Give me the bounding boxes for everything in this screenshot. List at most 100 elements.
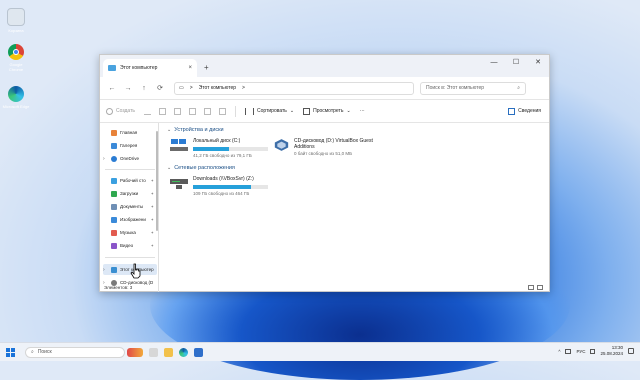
virtualbox-cd-icon	[274, 139, 289, 151]
network-icon[interactable]	[565, 348, 572, 354]
up-button[interactable]: ↑	[136, 85, 152, 92]
taskbar-search-label: Поиск	[37, 349, 52, 355]
search-icon: ⌕	[31, 349, 34, 355]
sidebar-item-pictures[interactable]: Изображени ✦	[103, 214, 157, 225]
desktop-icon-edge[interactable]: Microsoft Edge	[2, 86, 30, 109]
tray-chevron-icon[interactable]: ^	[558, 349, 560, 354]
drive-usage-fill	[193, 185, 251, 189]
title-bar: Этот компьютер × + — ☐ ✕	[100, 55, 549, 77]
refresh-button[interactable]: ⟳	[152, 84, 168, 92]
details-pane-icon	[508, 107, 516, 115]
hand-cursor-icon	[130, 263, 141, 279]
edge-taskbar-icon[interactable]	[179, 347, 188, 357]
pin-icon: ✦	[150, 191, 154, 196]
sidebar-item-onedrive[interactable]: › OneDrive	[103, 153, 157, 164]
cut-icon[interactable]	[144, 107, 152, 115]
store-taskbar-icon[interactable]	[194, 347, 203, 357]
copy-icon[interactable]	[159, 107, 167, 115]
desktop-icon-recycle-bin[interactable]: Корзина	[2, 8, 30, 33]
more-options-button[interactable]: ···	[360, 108, 365, 114]
taskbar: ⌕ Поиск ^ РУС 13:30 25.08.2024	[0, 342, 640, 361]
notifications-icon[interactable]	[628, 348, 634, 354]
drive-item-d[interactable]: CD-дисковод (D:) VirtualBox Guest Additi…	[274, 138, 384, 156]
home-icon	[111, 129, 117, 136]
windows-start-icon[interactable]	[6, 347, 15, 357]
gallery-icon	[111, 142, 117, 149]
rename-icon[interactable]	[189, 107, 197, 115]
sidebar-item-home[interactable]: Главная	[103, 127, 157, 138]
new-tab-button[interactable]: +	[204, 63, 209, 72]
drive-item-z[interactable]: Downloads (\\VBoxSvr) (Z:) 109 ГБ свобод…	[170, 176, 268, 196]
task-view-icon[interactable]	[149, 347, 158, 357]
drive-item-c[interactable]: Локальный диск (C:) 41,2 ГБ свободно из …	[170, 138, 268, 158]
widget-icon[interactable]	[127, 347, 143, 357]
search-icon: ⌕	[517, 85, 520, 91]
view-toggle	[528, 285, 543, 290]
breadcrumb-this-pc[interactable]: Этот компьютер	[199, 85, 236, 91]
drive-name: CD-дисковод (D:) VirtualBox Guest Additi…	[294, 138, 373, 150]
system-tray: ^ РУС 13:30 25.08.2024	[558, 345, 634, 357]
sidebar-item-label: Видео	[120, 243, 134, 248]
details-label: Сведения	[518, 108, 541, 114]
search-box[interactable]: Поиск в: Этот компьютер ⌕	[420, 81, 526, 95]
sort-button[interactable]: Сортировать ⌄	[245, 107, 295, 115]
minimize-button[interactable]: —	[483, 55, 505, 69]
tab-this-pc[interactable]: Этот компьютер ×	[103, 59, 197, 77]
sidebar-item-downloads[interactable]: Загрузки ✦	[103, 188, 157, 199]
explorer-body: Главная Галерея › OneDrive Рабочий сто ✦…	[100, 123, 549, 292]
desktop-icon-chrome[interactable]: Google Chrome	[2, 44, 30, 72]
cloud-icon	[111, 155, 117, 162]
view-icon	[303, 107, 311, 115]
chevron-right-icon[interactable]: ›	[103, 267, 108, 273]
drive-name: Локальный диск (C:)	[193, 138, 241, 144]
downloads-icon	[111, 190, 117, 197]
chevron-down-icon: ⌄	[167, 127, 172, 133]
monitor-icon: ▭	[179, 85, 184, 91]
forward-button[interactable]: →	[120, 85, 136, 92]
tiles-view-icon[interactable]	[537, 285, 543, 290]
sidebar-item-label: Главная	[120, 130, 138, 135]
view-button[interactable]: Просмотреть ⌄	[303, 107, 351, 115]
group-network-header[interactable]: ⌄ Сетевые расположения	[167, 165, 235, 171]
sidebar-item-videos[interactable]: Видео ✦	[103, 240, 157, 251]
clock[interactable]: 13:30 25.08.2024	[600, 345, 623, 357]
sidebar-item-gallery[interactable]: Галерея	[103, 140, 157, 151]
address-bar[interactable]: ▭ > Этот компьютер >	[174, 81, 414, 95]
file-explorer-taskbar-icon[interactable]	[164, 347, 173, 357]
back-button[interactable]: ←	[104, 85, 120, 92]
drive-usage-fill	[193, 147, 229, 151]
sidebar-item-desktop[interactable]: Рабочий сто ✦	[103, 175, 157, 186]
edge-icon	[8, 86, 24, 102]
pictures-icon	[111, 216, 117, 223]
delete-icon[interactable]	[219, 107, 227, 115]
breadcrumb-separator[interactable]: >	[242, 85, 245, 91]
details-button[interactable]: Сведения	[508, 107, 541, 115]
sidebar-item-music[interactable]: Музыка ✦	[103, 227, 157, 238]
create-label: Создать	[116, 108, 136, 114]
sidebar-item-label: Загрузки	[120, 191, 139, 196]
sidebar-item-documents[interactable]: Документы ✦	[103, 201, 157, 212]
create-button[interactable]: Создать	[106, 107, 136, 115]
pin-icon: ✦	[150, 217, 154, 222]
group-devices-header[interactable]: ⌄ Устройства и диски	[167, 127, 224, 133]
details-view-icon[interactable]	[528, 285, 534, 290]
tab-close-icon[interactable]: ×	[188, 65, 192, 71]
volume-icon[interactable]	[590, 348, 596, 354]
chevron-down-icon: ⌄	[346, 108, 351, 114]
breadcrumb-separator: >	[189, 85, 193, 91]
taskbar-search[interactable]: ⌕ Поиск	[25, 346, 125, 358]
maximize-button[interactable]: ☐	[505, 55, 527, 69]
search-input[interactable]: Поиск в: Этот компьютер	[426, 85, 484, 91]
share-icon[interactable]	[204, 107, 212, 115]
chevron-right-icon[interactable]: ›	[103, 156, 108, 162]
desktop-icon-label: Google Chrome	[8, 62, 24, 72]
sidebar-item-label: OneDrive	[120, 156, 140, 161]
paste-icon[interactable]	[174, 107, 182, 115]
desktop-icon-label: Корзина	[8, 28, 24, 33]
windows-drive-icon	[170, 139, 188, 151]
content-area: ⌄ Устройства и диски Локальный диск (C:)…	[164, 123, 549, 292]
close-button[interactable]: ✕	[527, 55, 549, 69]
chevron-down-icon: ⌄	[289, 108, 295, 114]
language-indicator[interactable]: РУС	[576, 349, 585, 354]
pin-icon: ✦	[150, 243, 154, 248]
